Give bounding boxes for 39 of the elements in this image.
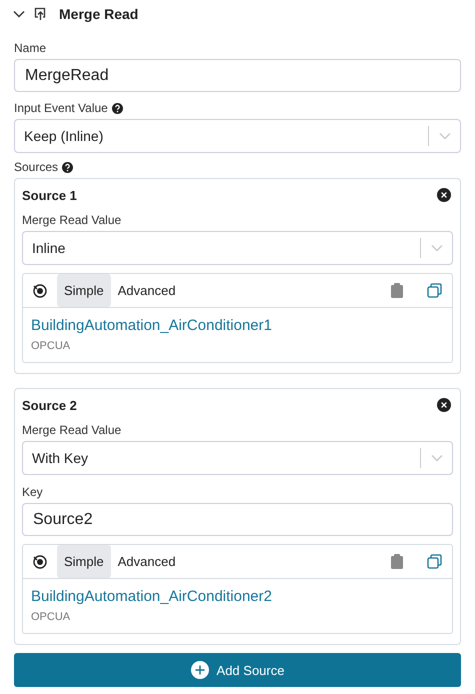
field-label: Merge Read Value — [22, 213, 122, 227]
merge-read-select[interactable]: With Key — [22, 441, 453, 475]
chevron-icon[interactable] — [13, 10, 25, 18]
help-icon[interactable] — [62, 162, 74, 172]
source-title: Source 2 — [22, 398, 77, 412]
target-icon[interactable] — [32, 282, 48, 298]
close-icon[interactable] — [437, 188, 451, 202]
node-link[interactable]: BuildingAutomation_AirConditioner2 — [31, 588, 444, 605]
field-label: Input Event Value — [14, 101, 108, 115]
input-event-select[interactable]: Keep (Inline) — [14, 119, 461, 153]
mode-tab[interactable]: Simple — [57, 274, 111, 307]
name-input[interactable]: MergeRead — [14, 59, 461, 92]
dropdown-icon — [431, 244, 443, 252]
field-label: Name — [14, 41, 48, 55]
field-label: Key — [22, 485, 44, 499]
merge-read-select[interactable]: Inline — [22, 231, 453, 265]
protocol-text: OPCUA — [31, 340, 72, 352]
close-icon[interactable] — [437, 398, 451, 412]
mode-tab[interactable]: Advanced — [110, 274, 183, 307]
mode-tab[interactable]: Simple — [57, 545, 111, 578]
copy-icon[interactable] — [427, 554, 442, 569]
plus-icon — [190, 661, 209, 679]
source-title: Source 1 — [22, 188, 77, 202]
clipboard-icon[interactable] — [391, 554, 403, 569]
clipboard-icon[interactable] — [391, 283, 403, 298]
node-icon — [34, 7, 47, 21]
dropdown-icon — [431, 454, 443, 462]
mode-tab[interactable]: Advanced — [110, 545, 183, 578]
panel-title: Merge Read — [59, 6, 138, 22]
protocol-text: OPCUA — [31, 611, 72, 623]
dropdown-icon — [439, 132, 451, 140]
target-icon[interactable] — [32, 554, 48, 570]
node-link[interactable]: BuildingAutomation_AirConditioner1 — [31, 317, 444, 334]
add-source-button[interactable]: Add Source — [14, 653, 461, 687]
field-label: Merge Read Value — [22, 423, 122, 437]
copy-icon[interactable] — [427, 283, 442, 298]
key-input[interactable]: Source2 — [22, 503, 453, 536]
help-icon[interactable] — [112, 102, 123, 114]
section-label: Sources — [14, 160, 58, 174]
